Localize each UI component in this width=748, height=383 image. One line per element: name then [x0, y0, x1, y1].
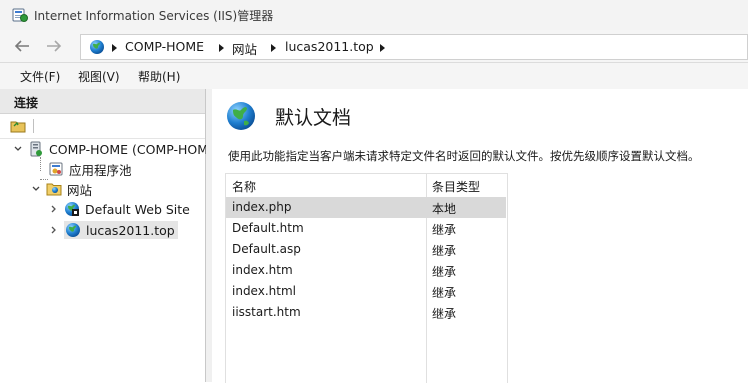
connections-title: 连接	[14, 96, 39, 110]
globe-stopped-icon	[65, 202, 79, 216]
breadcrumb-site[interactable]: lucas2011.top	[285, 39, 374, 54]
list-item[interactable]: iisstart.htm 继承	[226, 302, 506, 323]
chevron-right-icon	[271, 44, 276, 52]
back-button[interactable]	[8, 35, 36, 57]
tree-label-lucas-site: lucas2011.top	[86, 222, 175, 238]
tree-node-default-site[interactable]: Default Web Site	[48, 199, 190, 219]
collapse-chevron-icon[interactable]	[30, 183, 42, 195]
document-name: iisstart.htm	[232, 305, 301, 319]
chevron-right-icon	[219, 44, 224, 52]
arrow-left-icon	[14, 40, 29, 52]
entry-type: 继承	[432, 307, 457, 321]
column-header-type[interactable]: 条目类型	[432, 178, 480, 195]
forward-button[interactable]	[40, 35, 68, 57]
tree-node-lucas-site[interactable]: lucas2011.top	[48, 220, 178, 240]
entry-type: 继承	[432, 223, 457, 237]
expand-chevron-icon[interactable]	[48, 203, 60, 215]
create-connection-icon[interactable]	[10, 119, 26, 133]
chevron-right-icon	[112, 44, 117, 52]
feature-panel: 默认文档 使用此功能指定当客户端未请求特定文件名时返回的默认文件。按优先级顺序设…	[212, 89, 748, 383]
document-name: Default.asp	[232, 242, 301, 256]
address-bar[interactable]: COMP-HOME 网站 lucas2011.top	[80, 34, 748, 60]
tree-label-app-pools: 应用程序池	[69, 162, 132, 178]
expand-chevron-icon[interactable]	[48, 224, 60, 236]
document-name: index.html	[232, 284, 296, 298]
list-header: 名称 条目类型	[226, 174, 507, 196]
tree-node-app-pools[interactable]: 应用程序池	[48, 159, 132, 179]
default-documents-list: 名称 条目类型 index.php 本地 Default.htm 继承 Defa…	[225, 173, 508, 383]
entry-type: 继承	[432, 265, 457, 279]
tree-line	[40, 157, 41, 171]
folder-icon	[46, 183, 62, 196]
connections-panel: 连接 COMP-HOME (COMP-HOM 应用程序池 网站 Default …	[0, 89, 208, 382]
globe-icon	[90, 40, 104, 54]
menu-view[interactable]: 视图(V)	[78, 68, 120, 85]
tree-selection: lucas2011.top	[64, 221, 178, 239]
document-name: index.htm	[232, 263, 293, 277]
tree-label-default-site: Default Web Site	[85, 201, 190, 217]
page-title: 默认文档	[275, 107, 352, 129]
connections-toolbar	[0, 114, 205, 139]
list-item[interactable]: index.php 本地	[226, 197, 506, 218]
tree-label-sites: 网站	[67, 182, 93, 198]
app-pool-icon	[49, 162, 63, 176]
server-icon	[30, 141, 42, 157]
tree-node-sites[interactable]: 网站	[30, 179, 92, 199]
menu-file[interactable]: 文件(F)	[20, 68, 60, 85]
collapse-chevron-icon[interactable]	[12, 143, 24, 155]
column-header-name[interactable]: 名称	[232, 178, 256, 195]
connections-header: 连接	[0, 89, 205, 114]
list-item[interactable]: index.htm 继承	[226, 260, 506, 281]
toolbar-divider	[33, 119, 34, 133]
title-bar: Internet Information Services (IIS)管理器	[0, 0, 748, 30]
globe-icon	[66, 223, 80, 237]
entry-type: 继承	[432, 244, 457, 258]
feature-description: 使用此功能指定当客户端未请求特定文件名时返回的默认文件。按优先级顺序设置默认文档…	[228, 149, 700, 163]
entry-type: 本地	[432, 202, 457, 216]
list-item[interactable]: index.html 继承	[226, 281, 506, 302]
document-name: index.php	[232, 200, 292, 214]
tree-node-server[interactable]: COMP-HOME (COMP-HOM	[12, 139, 208, 159]
tree-label-server: COMP-HOME (COMP-HOM	[49, 141, 209, 157]
window-title: Internet Information Services (IIS)管理器	[34, 9, 274, 23]
iis-manager-icon	[12, 8, 28, 22]
entry-type: 继承	[432, 286, 457, 300]
menu-bar: 文件(F) 视图(V) 帮助(H)	[0, 63, 748, 89]
globe-icon	[227, 102, 255, 130]
list-item[interactable]: Default.asp 继承	[226, 239, 506, 260]
document-name: Default.htm	[232, 221, 304, 235]
chevron-right-icon	[380, 44, 385, 52]
breadcrumb-sites[interactable]: 网站	[232, 39, 257, 58]
arrow-right-icon	[47, 40, 62, 52]
menu-help[interactable]: 帮助(H)	[138, 68, 180, 85]
list-item[interactable]: Default.htm 继承	[226, 218, 506, 239]
breadcrumb-server[interactable]: COMP-HOME	[125, 39, 204, 54]
navigation-bar: COMP-HOME 网站 lucas2011.top	[0, 30, 748, 63]
